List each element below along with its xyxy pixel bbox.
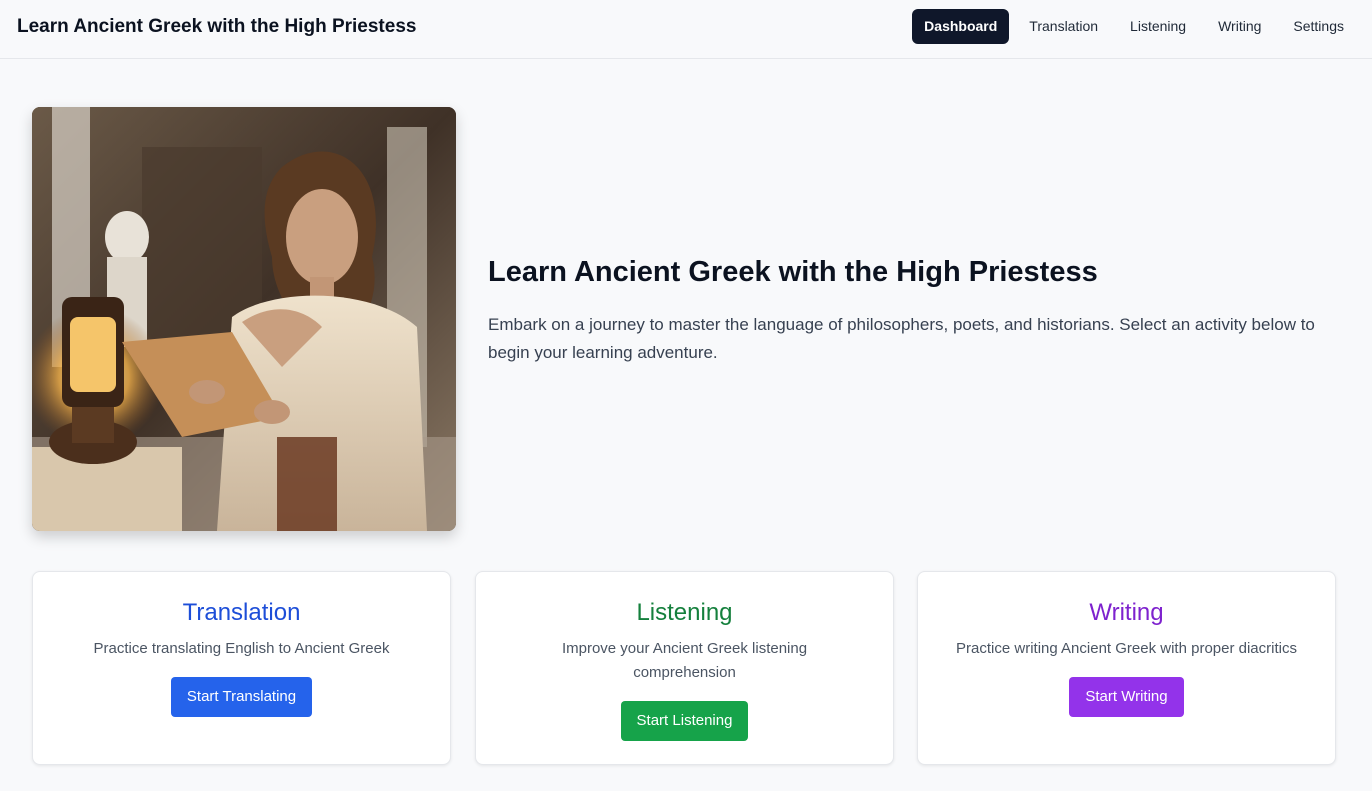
card-description: Practice translating English to Ancient … [93, 640, 390, 657]
listening-card: Listening Improve your Ancient Greek lis… [475, 571, 894, 765]
hero-description: Embark on a journey to master the langua… [488, 315, 1315, 362]
card-description: Practice writing Ancient Greek with prop… [956, 640, 1297, 657]
writing-card: Writing Practice writing Ancient Greek w… [917, 571, 1336, 765]
card-title: Translation [182, 599, 301, 626]
app-title: Learn Ancient Greek with the High Priest… [17, 16, 417, 37]
top-navbar: Learn Ancient Greek with the High Priest… [0, 0, 1372, 59]
card-title: Listening [636, 599, 733, 626]
start-writing-button[interactable]: Start Writing [1069, 677, 1184, 717]
start-translating-button[interactable]: Start Translating [170, 677, 313, 717]
start-listening-button[interactable]: Start Listening [620, 701, 749, 741]
card-description: Improve your Ancient Greek listening com… [561, 640, 808, 681]
nav-listening[interactable]: Listening [1118, 9, 1198, 44]
hero-title: Learn Ancient Greek with the High Priest… [488, 256, 1098, 288]
nav-writing[interactable]: Writing [1206, 9, 1273, 44]
nav-translation[interactable]: Translation [1017, 9, 1110, 44]
hero-text: Learn Ancient Greek with the High Priest… [488, 256, 1318, 367]
nav-settings[interactable]: Settings [1281, 9, 1356, 44]
main-nav: Dashboard Translation Listening Writing … [912, 9, 1356, 44]
hero-image [32, 107, 456, 531]
nav-dashboard[interactable]: Dashboard [912, 9, 1010, 44]
priestess-illustration [32, 107, 456, 531]
translation-card: Translation Practice translating English… [32, 571, 451, 765]
card-title: Writing [1089, 599, 1164, 626]
